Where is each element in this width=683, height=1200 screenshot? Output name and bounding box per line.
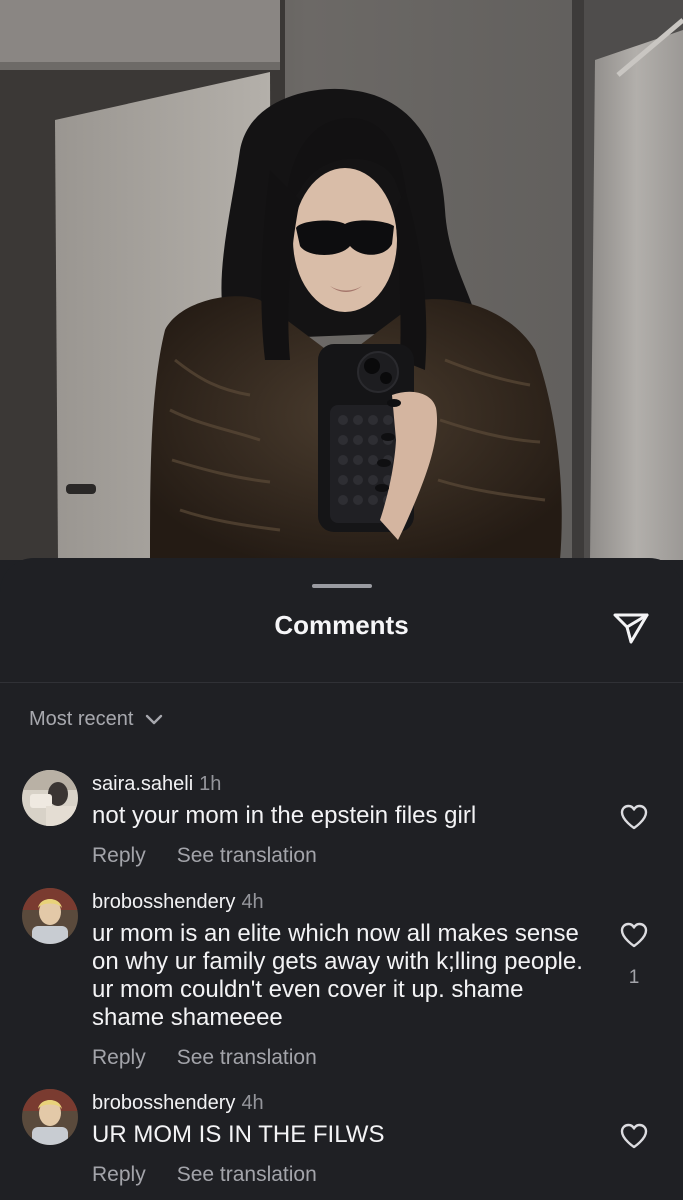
- comment-meta: brobosshendery 4h: [92, 890, 264, 914]
- paper-plane-icon: [613, 613, 649, 644]
- avatar-image: [22, 1089, 78, 1145]
- see-translation-button[interactable]: See translation: [177, 1163, 317, 1187]
- sort-label: Most recent: [29, 707, 134, 730]
- like-button[interactable]: [616, 799, 652, 835]
- comment-meta: saira.saheli 1h: [92, 772, 221, 796]
- heart-icon: [620, 804, 648, 830]
- avatar[interactable]: [22, 1089, 78, 1145]
- comment-text: ur mom is an elite which now all makes s…: [92, 920, 583, 1031]
- avatar-image: [22, 888, 78, 944]
- username[interactable]: brobosshendery: [92, 1092, 235, 1114]
- avatar-image: [22, 770, 78, 826]
- comment-actions: Reply See translation: [92, 1046, 317, 1070]
- comment-text: UR MOM IS IN THE FILWS: [92, 1121, 385, 1148]
- comment-actions: Reply See translation: [92, 844, 317, 868]
- mirror-selfie-image: [0, 0, 683, 560]
- avatar[interactable]: [22, 888, 78, 944]
- see-translation-button[interactable]: See translation: [177, 844, 317, 868]
- post-photo: [0, 0, 683, 560]
- comment-actions: Reply See translation: [92, 1163, 317, 1187]
- comment-meta: brobosshendery 4h: [92, 1091, 264, 1115]
- like-count: 1: [628, 967, 640, 988]
- comment-text: not your mom in the epstein files girl: [92, 802, 477, 829]
- reply-button[interactable]: Reply: [92, 1163, 146, 1187]
- header-divider: [0, 682, 683, 683]
- heart-icon: [620, 1123, 648, 1149]
- timestamp: 1h: [199, 773, 222, 795]
- reply-button[interactable]: Reply: [92, 844, 146, 868]
- avatar[interactable]: [22, 770, 78, 826]
- username[interactable]: brobosshendery: [92, 891, 235, 913]
- username[interactable]: saira.saheli: [92, 773, 193, 795]
- sheet-drag-handle[interactable]: [312, 584, 372, 588]
- timestamp: 4h: [241, 1092, 264, 1114]
- sort-dropdown[interactable]: Most recent: [29, 704, 163, 734]
- reply-button[interactable]: Reply: [92, 1046, 146, 1070]
- see-translation-button[interactable]: See translation: [177, 1046, 317, 1070]
- like-button[interactable]: [616, 917, 652, 953]
- like-button[interactable]: [616, 1118, 652, 1154]
- comments-sheet: Comments Most recent saira.saheli 1h not …: [0, 558, 683, 1200]
- timestamp: 4h: [241, 891, 264, 913]
- chevron-down-icon: [146, 714, 163, 725]
- heart-icon: [620, 922, 648, 948]
- share-button[interactable]: [608, 604, 654, 650]
- sheet-title: Comments: [274, 610, 409, 640]
